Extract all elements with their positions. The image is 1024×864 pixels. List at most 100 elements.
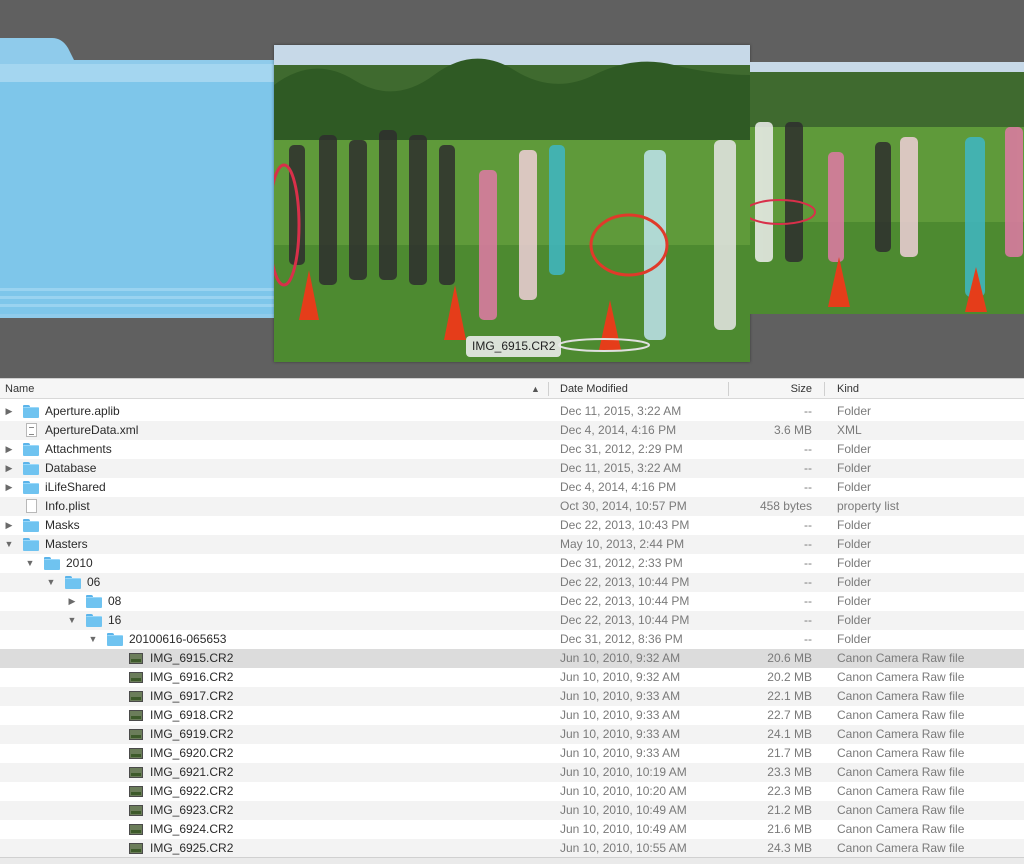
image-thumbnail-icon — [129, 672, 143, 683]
row-size: -- — [804, 613, 812, 627]
list-row[interactable]: Info.plist Oct 30, 2014, 10:57 PM 458 by… — [0, 497, 1024, 516]
row-name: 2010 — [66, 556, 93, 570]
folder-icon — [23, 443, 39, 456]
list-row[interactable]: ▼ 16 Dec 22, 2013, 10:44 PM -- Folder — [0, 611, 1024, 630]
row-date: Dec 11, 2015, 3:22 AM — [560, 404, 682, 418]
row-kind: Folder — [837, 556, 872, 570]
list-row[interactable]: ▼ 2010 Dec 31, 2012, 2:33 PM -- Folder — [0, 554, 1024, 573]
row-name: Database — [45, 461, 97, 475]
photo-preview-main[interactable] — [274, 45, 750, 362]
column-header-name[interactable]: Name — [5, 379, 34, 399]
row-date: Dec 31, 2012, 2:33 PM — [560, 556, 683, 570]
row-kind: Folder — [837, 632, 872, 646]
row-kind: Folder — [837, 442, 872, 456]
row-name: IMG_6922.CR2 — [150, 784, 234, 798]
row-name: 08 — [108, 594, 122, 608]
column-divider[interactable] — [728, 382, 729, 396]
folder-icon — [23, 519, 39, 532]
disclosure-right-icon[interactable]: ▶ — [67, 592, 77, 611]
row-date: Jun 10, 2010, 9:32 AM — [560, 651, 681, 665]
column-divider[interactable] — [824, 382, 825, 396]
disclosure-right-icon[interactable]: ▶ — [4, 478, 14, 497]
row-date: Dec 11, 2015, 3:22 AM — [560, 461, 682, 475]
list-row[interactable]: ▼ Masters May 10, 2013, 2:44 PM -- Folde… — [0, 535, 1024, 554]
image-thumbnail-icon — [129, 691, 143, 702]
disclosure-down-icon[interactable]: ▼ — [4, 535, 14, 554]
list-row[interactable]: ApertureData.xml Dec 4, 2014, 4:16 PM 3.… — [0, 421, 1024, 440]
list-row[interactable]: IMG_6922.CR2 Jun 10, 2010, 10:20 AM 22.3… — [0, 782, 1024, 801]
disclosure-right-icon[interactable]: ▶ — [4, 516, 14, 535]
list-row[interactable]: IMG_6919.CR2 Jun 10, 2010, 9:33 AM 24.1 … — [0, 725, 1024, 744]
list-row[interactable]: IMG_6918.CR2 Jun 10, 2010, 9:33 AM 22.7 … — [0, 706, 1024, 725]
row-date: Dec 4, 2014, 4:16 PM — [560, 423, 677, 437]
row-name: ApertureData.xml — [45, 423, 139, 437]
list-row[interactable]: ▶ Database Dec 11, 2015, 3:22 AM -- Fold… — [0, 459, 1024, 478]
row-kind: XML — [837, 423, 862, 437]
row-kind: Folder — [837, 404, 872, 418]
row-name: IMG_6916.CR2 — [150, 670, 234, 684]
row-size: -- — [804, 632, 812, 646]
row-kind: Folder — [837, 594, 872, 608]
image-thumbnail-icon — [129, 843, 143, 854]
row-size: 21.7 MB — [767, 746, 812, 760]
photo-preview-next[interactable] — [750, 62, 1024, 314]
row-date: Dec 22, 2013, 10:44 PM — [560, 575, 690, 589]
row-date: Dec 22, 2013, 10:44 PM — [560, 594, 690, 608]
row-name: IMG_6924.CR2 — [150, 822, 234, 836]
list-row[interactable]: ▶ 08 Dec 22, 2013, 10:44 PM -- Folder — [0, 592, 1024, 611]
row-date: Jun 10, 2010, 10:49 AM — [560, 822, 687, 836]
row-name: IMG_6920.CR2 — [150, 746, 234, 760]
list-row[interactable]: ▼ 06 Dec 22, 2013, 10:44 PM -- Folder — [0, 573, 1024, 592]
row-name: IMG_6918.CR2 — [150, 708, 234, 722]
list-row[interactable]: IMG_6924.CR2 Jun 10, 2010, 10:49 AM 21.6… — [0, 820, 1024, 839]
row-kind: Canon Camera Raw file — [837, 765, 965, 779]
list-row[interactable]: IMG_6925.CR2 Jun 10, 2010, 10:55 AM 24.3… — [0, 839, 1024, 858]
list-row[interactable]: IMG_6916.CR2 Jun 10, 2010, 9:32 AM 20.2 … — [0, 668, 1024, 687]
list-row[interactable]: ▼ 20100616-065653 Dec 31, 2012, 8:36 PM … — [0, 630, 1024, 649]
list-row[interactable]: ▶ Aperture.aplib Dec 11, 2015, 3:22 AM -… — [0, 402, 1024, 421]
row-size: 23.3 MB — [767, 765, 812, 779]
image-thumbnail-icon — [129, 748, 143, 759]
folder-icon — [107, 633, 123, 646]
list-row[interactable]: ▶ iLifeShared Dec 4, 2014, 4:16 PM -- Fo… — [0, 478, 1024, 497]
column-header-date-modified[interactable]: Date Modified — [560, 379, 628, 399]
row-name: IMG_6923.CR2 — [150, 803, 234, 817]
disclosure-right-icon[interactable]: ▶ — [4, 459, 14, 478]
disclosure-down-icon[interactable]: ▼ — [46, 573, 56, 592]
row-name: 16 — [108, 613, 122, 627]
folder-icon[interactable] — [0, 38, 280, 318]
list-row[interactable]: IMG_6917.CR2 Jun 10, 2010, 9:33 AM 22.1 … — [0, 687, 1024, 706]
row-kind: Folder — [837, 537, 872, 551]
row-size: 20.6 MB — [767, 651, 812, 665]
folder-icon — [23, 462, 39, 475]
row-name: Attachments — [45, 442, 112, 456]
cover-flow-preview[interactable]: IMG_6915.CR2 — [0, 0, 1024, 378]
column-divider[interactable] — [548, 382, 549, 396]
disclosure-down-icon[interactable]: ▼ — [88, 630, 98, 649]
row-name: 20100616-065653 — [129, 632, 227, 646]
disclosure-down-icon[interactable]: ▼ — [67, 611, 77, 630]
disclosure-down-icon[interactable]: ▼ — [25, 554, 35, 573]
list-row[interactable]: ▶ Masks Dec 22, 2013, 10:43 PM -- Folder — [0, 516, 1024, 535]
list-row-selected[interactable]: IMG_6915.CR2 Jun 10, 2010, 9:32 AM 20.6 … — [0, 649, 1024, 668]
row-size: -- — [804, 461, 812, 475]
row-size: 22.3 MB — [767, 784, 812, 798]
row-size: -- — [804, 480, 812, 494]
sort-ascending-icon[interactable]: ▲ — [531, 379, 540, 399]
list-row[interactable]: IMG_6921.CR2 Jun 10, 2010, 10:19 AM 23.3… — [0, 763, 1024, 782]
column-header-kind[interactable]: Kind — [837, 379, 859, 399]
row-size: 24.3 MB — [767, 841, 812, 855]
disclosure-right-icon[interactable]: ▶ — [4, 440, 14, 459]
row-size: 458 bytes — [759, 499, 812, 513]
image-thumbnail-icon — [129, 710, 143, 721]
list-row[interactable]: IMG_6923.CR2 Jun 10, 2010, 10:49 AM 21.2… — [0, 801, 1024, 820]
image-thumbnail-icon — [129, 729, 143, 740]
row-size: 22.7 MB — [767, 708, 812, 722]
list-row[interactable]: ▶ Attachments Dec 31, 2012, 2:29 PM -- F… — [0, 440, 1024, 459]
xml-document-icon — [26, 423, 37, 437]
row-kind: Folder — [837, 613, 872, 627]
disclosure-right-icon[interactable]: ▶ — [4, 402, 14, 421]
column-header-size[interactable]: Size — [791, 379, 812, 399]
list-row[interactable]: IMG_6920.CR2 Jun 10, 2010, 9:33 AM 21.7 … — [0, 744, 1024, 763]
folder-icon — [86, 595, 102, 608]
